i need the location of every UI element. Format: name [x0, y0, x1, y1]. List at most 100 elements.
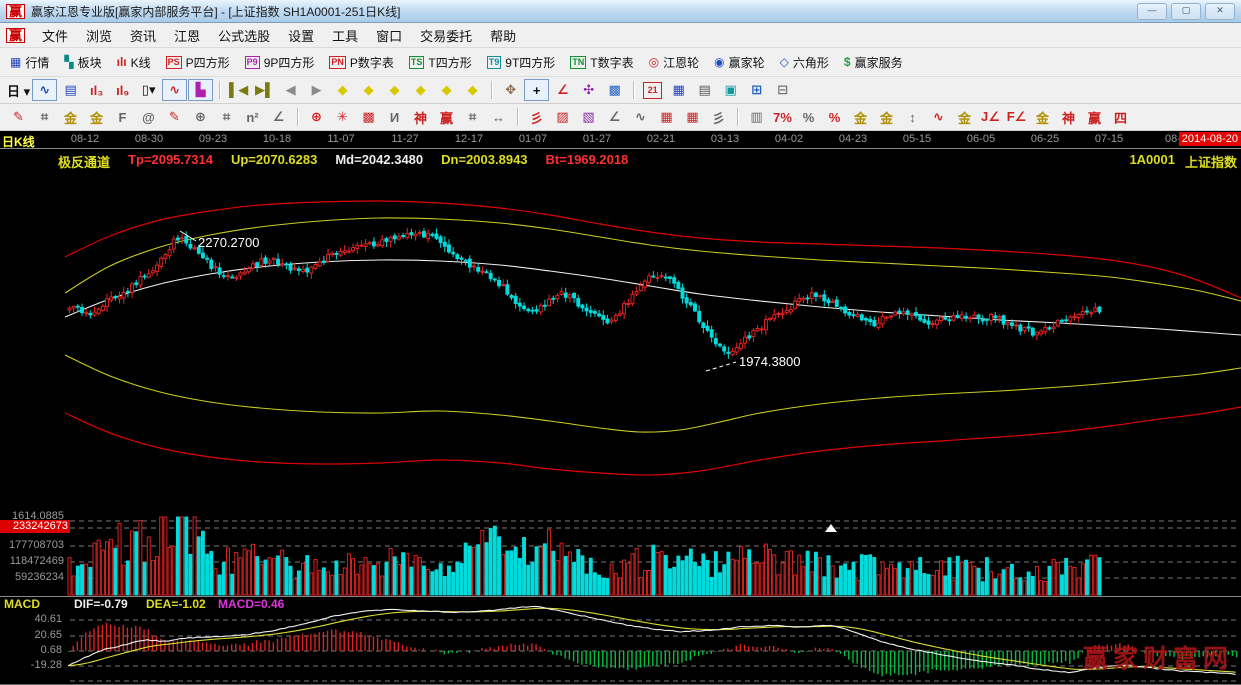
- ninet-square-button[interactable]: T99T四方形: [487, 54, 556, 71]
- restore-button[interactable]: ▢: [1171, 3, 1201, 20]
- menu-item-浏览[interactable]: 浏览: [77, 24, 121, 47]
- k-notation-tool[interactable]: И: [382, 106, 407, 128]
- macd-scale-label: 40.61: [2, 613, 62, 625]
- expand-horizontal-button[interactable]: ◆: [382, 79, 407, 101]
- percent-line-tool[interactable]: %: [822, 106, 847, 128]
- lines-tool[interactable]: 彡: [706, 106, 731, 128]
- circle-cross-tool[interactable]: ⊕: [304, 106, 329, 128]
- seven-percent-tool[interactable]: 7%: [770, 106, 795, 128]
- calendar-button[interactable]: 21: [643, 82, 662, 99]
- hexagon-button[interactable]: ◇六角形: [780, 54, 829, 71]
- si-angle-tool[interactable]: 四: [1108, 106, 1133, 128]
- minimize-button[interactable]: —: [1137, 3, 1167, 20]
- angle-mirror-tool[interactable]: ∠: [266, 106, 291, 128]
- expand-right-button[interactable]: ◆: [356, 79, 381, 101]
- menu-item-设置[interactable]: 设置: [279, 24, 323, 47]
- shen-grid-tool[interactable]: 神: [408, 106, 433, 128]
- period-selector[interactable]: 日 ▾: [6, 79, 31, 101]
- pen-ruler-tool[interactable]: ✎: [162, 106, 187, 128]
- n2-tool[interactable]: n²: [240, 106, 265, 128]
- grid-123-tool[interactable]: ⌗: [460, 106, 485, 128]
- menu-item-帮助[interactable]: 帮助: [481, 24, 525, 47]
- gann-wheel-button[interactable]: ◎江恩轮: [649, 54, 700, 71]
- ying-angle-tool[interactable]: 赢: [1082, 106, 1107, 128]
- bars3-button[interactable]: ıl₃: [84, 79, 109, 101]
- winner-service-button[interactable]: $赢家服务: [844, 54, 903, 71]
- ying-grid-tool[interactable]: 赢: [434, 106, 459, 128]
- menu-item-工具[interactable]: 工具: [323, 24, 367, 47]
- candle-style-selector[interactable]: ▯▾: [136, 79, 161, 101]
- shen-angle-tool[interactable]: 神: [1056, 106, 1081, 128]
- menu-item-交易委托[interactable]: 交易委托: [411, 24, 481, 47]
- bars-percent-tool[interactable]: ▥: [744, 106, 769, 128]
- menu-logo-icon: 赢: [6, 28, 25, 43]
- gold-ruler-tool[interactable]: 金: [58, 106, 83, 128]
- shaded-box-tool[interactable]: ▨: [550, 106, 575, 128]
- page-left-button[interactable]: ◀: [278, 79, 303, 101]
- winner-wheel-button[interactable]: ◉赢家轮: [714, 54, 765, 71]
- gann-text-tool[interactable]: ✣: [576, 79, 601, 101]
- gold-line-tool[interactable]: 金: [874, 106, 899, 128]
- grid2-tool[interactable]: ▦: [680, 106, 705, 128]
- circle-ruler-tool[interactable]: ⊕: [188, 106, 213, 128]
- star-circle-tool[interactable]: ✳: [330, 106, 355, 128]
- export-button[interactable]: ⊟: [770, 79, 795, 101]
- copy-chart-button[interactable]: ⊞: [744, 79, 769, 101]
- gold-ruler2-tool[interactable]: 金: [84, 106, 109, 128]
- sectors-button[interactable]: ▚板块: [64, 54, 101, 71]
- save-button[interactable]: ▣: [718, 79, 743, 101]
- menu-item-资讯[interactable]: 资讯: [121, 24, 165, 47]
- shaded-box2-tool[interactable]: ▧: [576, 106, 601, 128]
- kline-button[interactable]: ılıK线: [117, 54, 151, 71]
- overlay-chart-button[interactable]: ∿: [32, 79, 57, 101]
- tick-ruler-tool[interactable]: ⌗: [214, 106, 239, 128]
- page-right-button[interactable]: ▶: [304, 79, 329, 101]
- angle-lines-tool[interactable]: ∠: [602, 106, 627, 128]
- price-pen-tool[interactable]: ↕: [900, 106, 925, 128]
- menu-item-窗口[interactable]: 窗口: [367, 24, 411, 47]
- menu-item-文件[interactable]: 文件: [33, 24, 77, 47]
- t-square-button[interactable]: TST四方形: [409, 54, 472, 71]
- p-number-table-button[interactable]: PNP数字表: [329, 54, 394, 71]
- fan-lines-tool[interactable]: 彡: [524, 106, 549, 128]
- grid-tool[interactable]: ▦: [654, 106, 679, 128]
- gold-circle-tool[interactable]: 金: [848, 106, 873, 128]
- jump-first-button[interactable]: ▌◀: [226, 79, 251, 101]
- grid-box-tool[interactable]: ▩: [356, 106, 381, 128]
- j-angle-tool[interactable]: J∠: [978, 106, 1003, 128]
- pen-tool[interactable]: ✎: [6, 106, 31, 128]
- calculator-button[interactable]: ▦: [666, 79, 691, 101]
- wave2-tool[interactable]: ∿: [926, 106, 951, 128]
- menu-item-公式选股[interactable]: 公式选股: [209, 24, 279, 47]
- info-note-button[interactable]: ▤: [58, 79, 83, 101]
- percent-tool[interactable]: %: [796, 106, 821, 128]
- gold-angle-tool[interactable]: 金: [1030, 106, 1055, 128]
- crosshair-tool[interactable]: +: [524, 79, 549, 101]
- macd-bar-value: MACD=0.46: [218, 597, 284, 611]
- f-angle-tool[interactable]: F∠: [1004, 106, 1029, 128]
- hand-pan-tool[interactable]: ✥: [498, 79, 523, 101]
- p-square-button[interactable]: PSP四方形: [166, 54, 230, 71]
- bars9-button[interactable]: ıl₉: [110, 79, 135, 101]
- expand-cross-button[interactable]: ◆: [408, 79, 433, 101]
- spiral-tool[interactable]: @: [136, 106, 161, 128]
- jump-last-button[interactable]: ▶▌: [252, 79, 277, 101]
- histogram-button[interactable]: ▙: [188, 79, 213, 101]
- angle-line-tool[interactable]: ∠: [550, 79, 575, 101]
- width-tool[interactable]: ↔: [486, 106, 511, 128]
- close-button[interactable]: ✕: [1205, 3, 1235, 20]
- ruler-tool[interactable]: ⌗: [32, 106, 57, 128]
- expand-all-button[interactable]: ◆: [460, 79, 485, 101]
- t-number-table-button[interactable]: TNT数字表: [570, 54, 633, 71]
- compress-button[interactable]: ◆: [434, 79, 459, 101]
- maze-tool[interactable]: ▩: [602, 79, 627, 101]
- ninep-square-button[interactable]: P99P四方形: [245, 54, 315, 71]
- expand-left-button[interactable]: ◆: [330, 79, 355, 101]
- f-ruler-tool[interactable]: F: [110, 106, 135, 128]
- zigzag-button[interactable]: ∿: [162, 79, 187, 101]
- report-button[interactable]: ▤: [692, 79, 717, 101]
- gold-line2-tool[interactable]: 金: [952, 106, 977, 128]
- wave-tool[interactable]: ∿: [628, 106, 653, 128]
- quotes-button[interactable]: ▦行情: [10, 54, 49, 71]
- menu-item-江恩[interactable]: 江恩: [165, 24, 209, 47]
